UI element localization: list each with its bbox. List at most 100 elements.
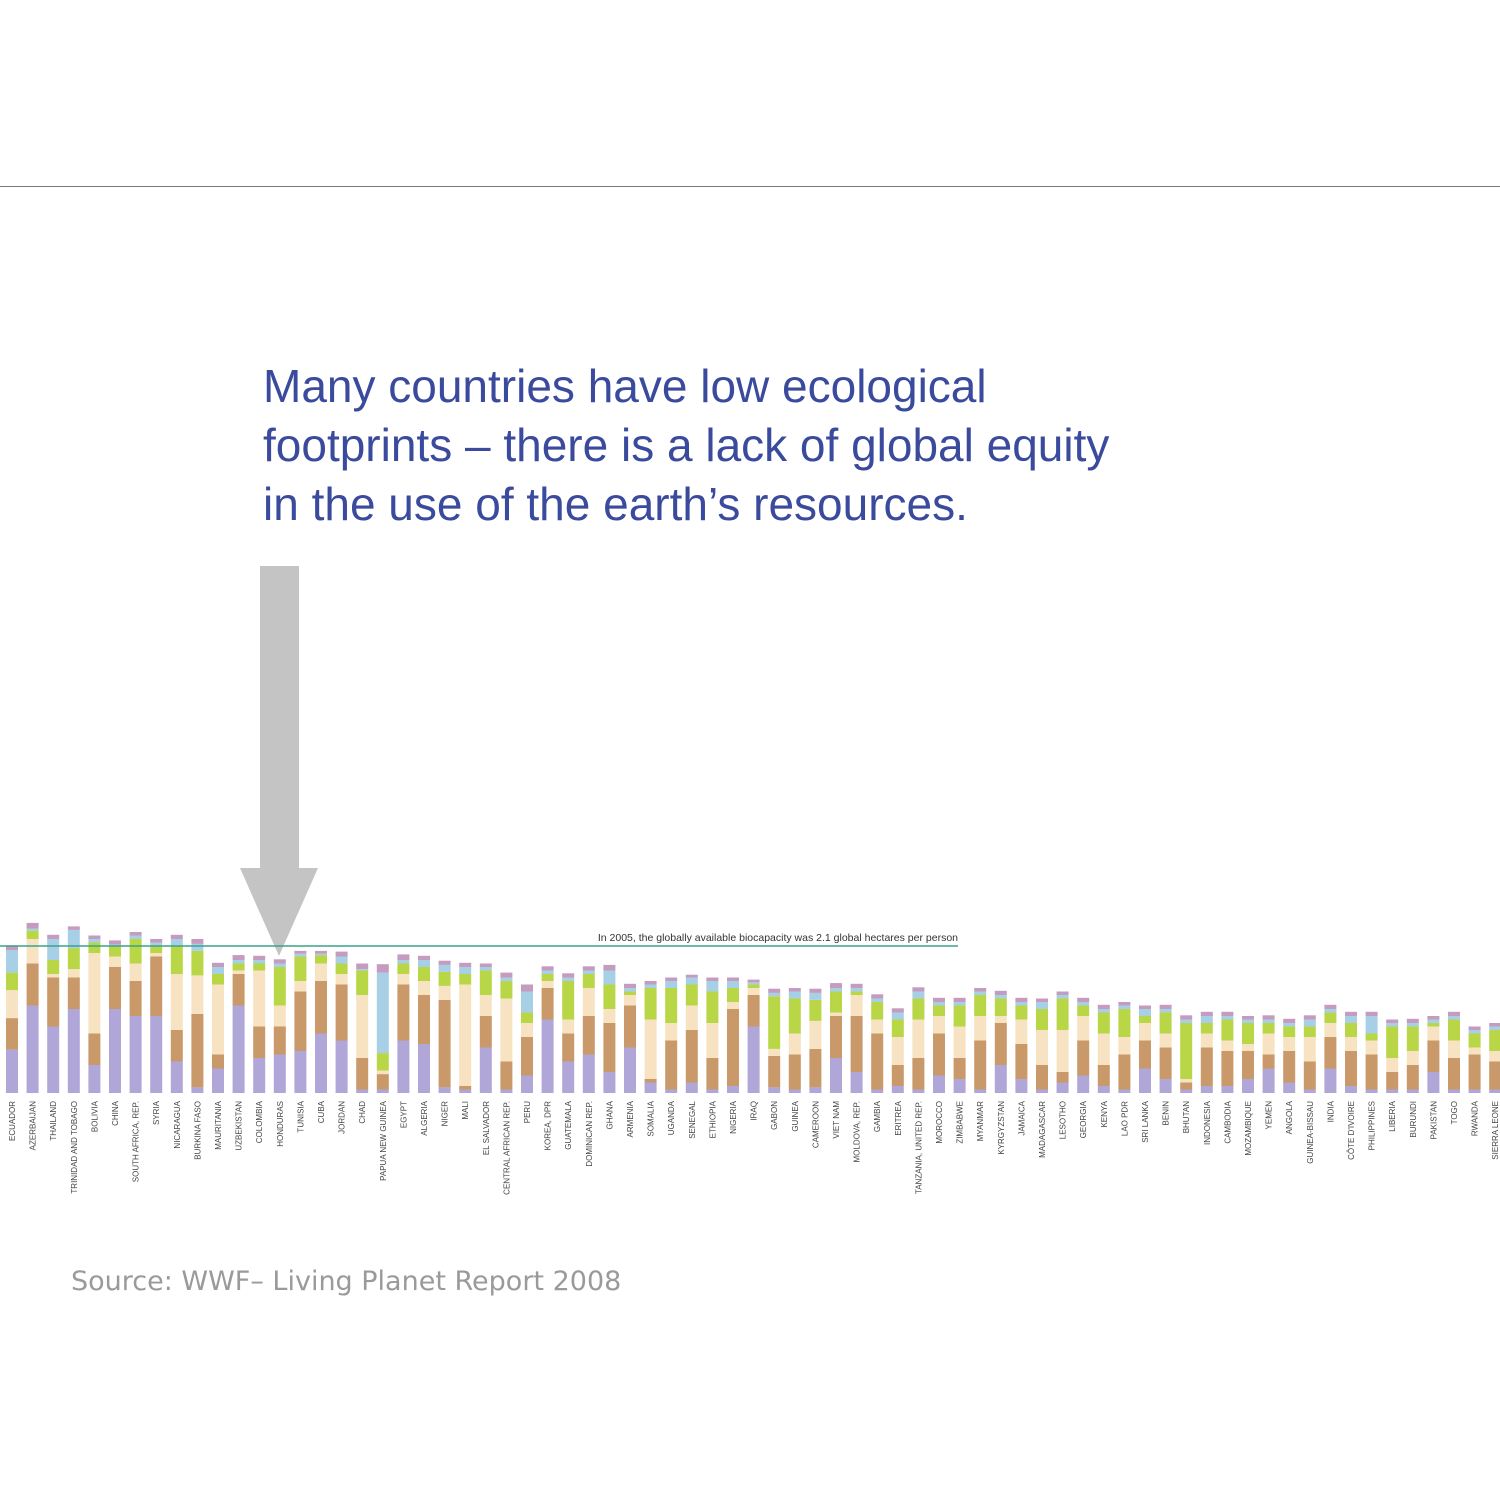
country-label: YEMEN xyxy=(1265,1101,1274,1130)
bar-segment xyxy=(500,981,513,999)
bar-segment xyxy=(1159,1033,1172,1048)
bar-segment xyxy=(1262,1054,1275,1069)
bar-segment xyxy=(1448,1019,1460,1041)
bar-segment xyxy=(356,1058,369,1090)
bar-segment xyxy=(644,1082,657,1093)
bar-segment xyxy=(253,955,266,960)
bar-segment xyxy=(170,939,183,946)
bar-segment xyxy=(150,1016,163,1093)
bar-segment xyxy=(1036,1002,1048,1009)
country-label: EL SALVADOR xyxy=(482,1101,491,1155)
bar-segment xyxy=(624,1005,636,1048)
bar-segment xyxy=(1118,1037,1131,1055)
bar-segment xyxy=(1283,1026,1296,1037)
country-label: COLOMBIA xyxy=(255,1100,264,1143)
bar-segment xyxy=(1015,1019,1028,1044)
bar-segment xyxy=(191,939,204,944)
bar-segment xyxy=(1056,991,1069,995)
country-label: SYRIA xyxy=(152,1100,161,1125)
bar-segment xyxy=(830,988,842,992)
bar-segment xyxy=(1097,1012,1110,1034)
bar-segment xyxy=(912,987,925,992)
bar-segment xyxy=(994,990,1007,995)
bar-segment xyxy=(356,995,369,1058)
bar-segment xyxy=(459,984,472,1086)
bar-segment xyxy=(644,981,657,985)
biocapacity-label: In 2005, the globally available biocapac… xyxy=(598,932,958,944)
bar-segment xyxy=(624,1047,636,1093)
bar-segment xyxy=(747,1026,760,1093)
bar-segment xyxy=(871,994,884,999)
bar-segment xyxy=(706,1089,719,1093)
bar-segment xyxy=(109,956,121,967)
bar-segment xyxy=(644,1079,657,1083)
bar-segment xyxy=(521,1037,533,1076)
bar-segment xyxy=(1427,1016,1440,1020)
bar-segment xyxy=(747,995,760,1027)
bar-segment xyxy=(727,988,739,1002)
bar-segment xyxy=(768,992,781,997)
bar-segment xyxy=(88,1033,101,1065)
country-label: MOZAMBIQUE xyxy=(1244,1101,1253,1156)
bar-segment xyxy=(1221,1051,1234,1086)
bar-segment xyxy=(521,1023,533,1037)
down-arrow-icon xyxy=(240,566,318,956)
bar-segment xyxy=(1056,1072,1069,1083)
bar-segment xyxy=(541,981,554,988)
bar-segment xyxy=(1036,998,1048,1002)
country-label: UZBEKISTAN xyxy=(235,1101,244,1151)
bar-segment xyxy=(1489,1051,1500,1062)
country-label: MAURITANIA xyxy=(214,1100,223,1149)
bar-segment xyxy=(1489,1061,1500,1090)
bar-segment xyxy=(1345,1011,1357,1016)
bar-segment xyxy=(6,950,18,973)
bar-segment xyxy=(1324,1004,1337,1009)
bar-segment xyxy=(809,999,822,1021)
bar-segment xyxy=(1200,1047,1213,1086)
country-label: LESOTHO xyxy=(1059,1101,1068,1139)
bar-segment xyxy=(1097,1033,1110,1065)
bar-segment xyxy=(644,984,657,988)
bar-segment xyxy=(871,1089,884,1093)
country-label: CENTRAL AFRICAN REP. xyxy=(502,1101,511,1195)
bar-segment xyxy=(1097,1086,1110,1093)
bar-segment xyxy=(541,970,554,974)
bar-segment xyxy=(376,1053,389,1071)
bar-segment xyxy=(1015,1079,1028,1093)
bar-segment xyxy=(665,988,678,1023)
bar-segment xyxy=(170,1061,183,1093)
bar-segment xyxy=(479,967,492,971)
bar-segment xyxy=(603,1023,616,1072)
bar-segment xyxy=(1159,1047,1172,1079)
bar-segment xyxy=(1180,1019,1193,1023)
bar-segment xyxy=(1406,1026,1419,1051)
bar-segment xyxy=(582,1016,595,1055)
bar-segment xyxy=(1324,1023,1337,1037)
bar-segment xyxy=(1015,1044,1028,1079)
bar-segment xyxy=(129,1016,142,1093)
bar-segment xyxy=(376,972,389,1054)
bar-segment xyxy=(1118,1005,1131,1009)
country-label: MOLDOVA, REP. xyxy=(853,1101,862,1163)
country-label: VIET NAM xyxy=(832,1101,841,1139)
bar-segment xyxy=(727,1086,739,1093)
bar-segment xyxy=(665,1023,678,1041)
bar-segment xyxy=(706,977,719,981)
country-label: NICARAGUA xyxy=(173,1100,182,1148)
bar-segment xyxy=(685,1005,698,1030)
bar-segment xyxy=(521,1075,533,1093)
country-label: GAMBIA xyxy=(873,1100,882,1132)
bar-segment xyxy=(644,988,657,1020)
country-label: MADAGASCAR xyxy=(1038,1101,1047,1158)
bar-segment xyxy=(685,974,698,978)
bar-segment xyxy=(1159,1009,1172,1013)
bar-segment xyxy=(1056,1030,1069,1072)
bar-segment xyxy=(212,1068,224,1093)
bar-segment xyxy=(953,1026,966,1058)
bar-segment xyxy=(1427,1072,1440,1093)
bar-segment xyxy=(603,970,616,985)
bar-segment xyxy=(479,1047,492,1093)
bar-segment xyxy=(788,1054,801,1090)
bar-segment xyxy=(1118,1089,1131,1093)
bar-segment xyxy=(1283,1082,1296,1093)
